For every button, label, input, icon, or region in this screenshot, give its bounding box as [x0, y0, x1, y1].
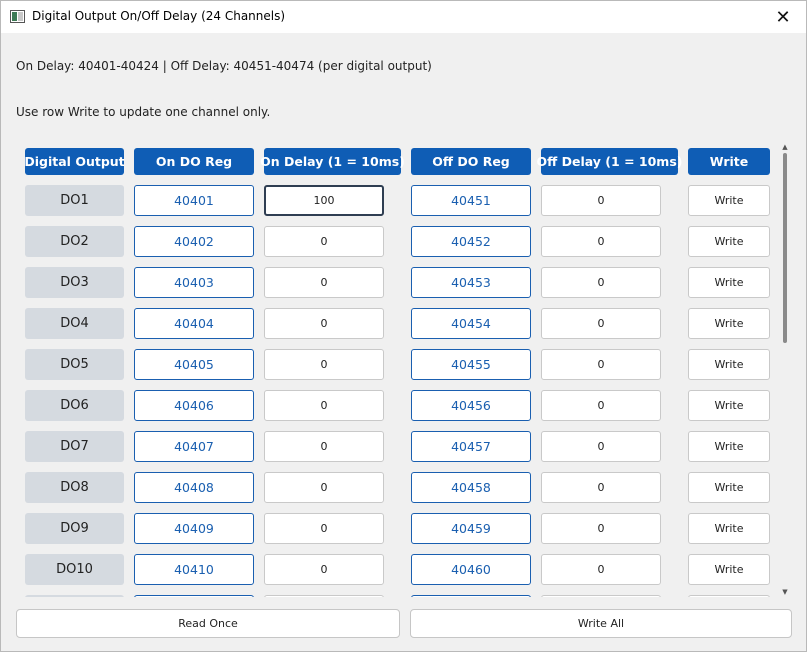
do-channel-label	[25, 595, 124, 597]
delay-dialog-window: Digital Output On/Off Delay (24 Channels…	[0, 0, 807, 652]
off-do-register: 40457	[411, 431, 531, 462]
write-hint-info: Use row Write to update one channel only…	[16, 105, 271, 119]
off-delay-input[interactable]	[541, 390, 661, 421]
off-do-register: 40455	[411, 349, 531, 380]
table-row: DO6 40406 40456 Write	[1, 390, 791, 421]
row-write-button[interactable]: Write	[688, 185, 770, 216]
header-on-do-reg: On DO Reg	[134, 148, 254, 175]
row-write-button[interactable]: Write	[688, 349, 770, 380]
row-write-button[interactable]: Write	[688, 513, 770, 544]
on-do-register: 40405	[134, 349, 254, 380]
on-delay-input[interactable]	[264, 554, 384, 585]
on-do-register: 40401	[134, 185, 254, 216]
on-do-register: 40403	[134, 267, 254, 298]
app-window-icon	[10, 10, 25, 23]
do-channel-label: DO2	[25, 226, 124, 257]
do-channel-label: DO7	[25, 431, 124, 462]
off-delay-input[interactable]	[541, 431, 661, 462]
on-do-register: 40402	[134, 226, 254, 257]
table-row: DO4 40404 40454 Write	[1, 308, 791, 339]
off-delay-input[interactable]	[541, 185, 661, 216]
off-delay-input[interactable]	[541, 349, 661, 380]
on-delay-input[interactable]	[264, 390, 384, 421]
do-channel-label: DO10	[25, 554, 124, 585]
row-write-button[interactable]: Write	[688, 390, 770, 421]
off-do-register: 40458	[411, 472, 531, 503]
table-header: Digital Output On DO Reg On Delay (1 = 1…	[1, 148, 791, 175]
on-do-register: 40407	[134, 431, 254, 462]
header-off-delay: Off Delay (1 = 10ms)	[537, 148, 682, 175]
row-write-button[interactable]: Write	[688, 308, 770, 339]
do-channel-label: DO1	[25, 185, 124, 216]
off-do-register	[411, 595, 531, 597]
header-on-delay: On Delay (1 = 10ms)	[260, 148, 405, 175]
header-write: Write	[688, 148, 770, 175]
off-delay-input[interactable]	[541, 472, 661, 503]
scroll-thumb[interactable]	[783, 153, 787, 343]
on-do-register: 40410	[134, 554, 254, 585]
off-do-register: 40454	[411, 308, 531, 339]
read-once-button[interactable]: Read Once	[16, 609, 400, 638]
on-delay-input[interactable]	[264, 431, 384, 462]
on-delay-input[interactable]	[264, 595, 384, 597]
do-channel-label: DO4	[25, 308, 124, 339]
write-all-button[interactable]: Write All	[410, 609, 792, 638]
do-channel-label: DO5	[25, 349, 124, 380]
on-delay-input[interactable]	[264, 308, 384, 339]
on-do-register: 40408	[134, 472, 254, 503]
table-row: DO5 40405 40455 Write	[1, 349, 791, 380]
off-delay-input[interactable]	[541, 267, 661, 298]
on-do-register: 40404	[134, 308, 254, 339]
table-row: DO10 40410 40460 Write	[1, 554, 791, 585]
table-row	[1, 595, 791, 597]
channel-table: DO1 40401 40451 Write DO2 40402 40452 Write DO3 4…	[1, 181, 791, 597]
off-do-register: 40453	[411, 267, 531, 298]
scroll-up-arrow-icon[interactable]: ▲	[780, 142, 790, 152]
on-delay-input[interactable]	[264, 185, 384, 216]
table-row: DO7 40407 40457 Write	[1, 431, 791, 462]
off-do-register: 40456	[411, 390, 531, 421]
off-do-register: 40451	[411, 185, 531, 216]
scroll-down-arrow-icon[interactable]: ▼	[780, 587, 790, 597]
header-digital-output: Digital Output	[24, 148, 125, 175]
on-do-register: 40406	[134, 390, 254, 421]
off-do-register: 40460	[411, 554, 531, 585]
table-row: DO9 40409 40459 Write	[1, 513, 791, 544]
row-write-button[interactable]	[688, 595, 770, 597]
off-delay-input[interactable]	[541, 513, 661, 544]
do-channel-label: DO8	[25, 472, 124, 503]
do-channel-label: DO3	[25, 267, 124, 298]
on-delay-input[interactable]	[264, 349, 384, 380]
off-do-register: 40459	[411, 513, 531, 544]
header-off-do-reg: Off DO Reg	[411, 148, 531, 175]
off-delay-input[interactable]	[541, 595, 661, 597]
row-write-button[interactable]: Write	[688, 554, 770, 585]
register-range-info: On Delay: 40401-40424 | Off Delay: 40451…	[16, 59, 432, 73]
do-channel-label: DO6	[25, 390, 124, 421]
row-write-button[interactable]: Write	[688, 472, 770, 503]
off-delay-input[interactable]	[541, 554, 661, 585]
on-delay-input[interactable]	[264, 267, 384, 298]
title-bar[interactable]: Digital Output On/Off Delay (24 Channels…	[1, 1, 806, 33]
table-row: DO8 40408 40458 Write	[1, 472, 791, 503]
row-write-button[interactable]: Write	[688, 226, 770, 257]
row-write-button[interactable]: Write	[688, 267, 770, 298]
table-row: DO2 40402 40452 Write	[1, 226, 791, 257]
close-icon: ✕	[775, 6, 791, 28]
off-delay-input[interactable]	[541, 308, 661, 339]
row-write-button[interactable]: Write	[688, 431, 770, 462]
on-delay-input[interactable]	[264, 226, 384, 257]
on-delay-input[interactable]	[264, 472, 384, 503]
on-delay-input[interactable]	[264, 513, 384, 544]
on-do-register	[134, 595, 254, 597]
close-button[interactable]: ✕	[760, 1, 806, 33]
window-title: Digital Output On/Off Delay (24 Channels…	[32, 9, 286, 23]
do-channel-label: DO9	[25, 513, 124, 544]
table-scrollbar[interactable]: ▲ ▼	[777, 140, 793, 599]
off-do-register: 40452	[411, 226, 531, 257]
table-row: DO3 40403 40453 Write	[1, 267, 791, 298]
off-delay-input[interactable]	[541, 226, 661, 257]
table-row: DO1 40401 40451 Write	[1, 185, 791, 216]
on-do-register: 40409	[134, 513, 254, 544]
